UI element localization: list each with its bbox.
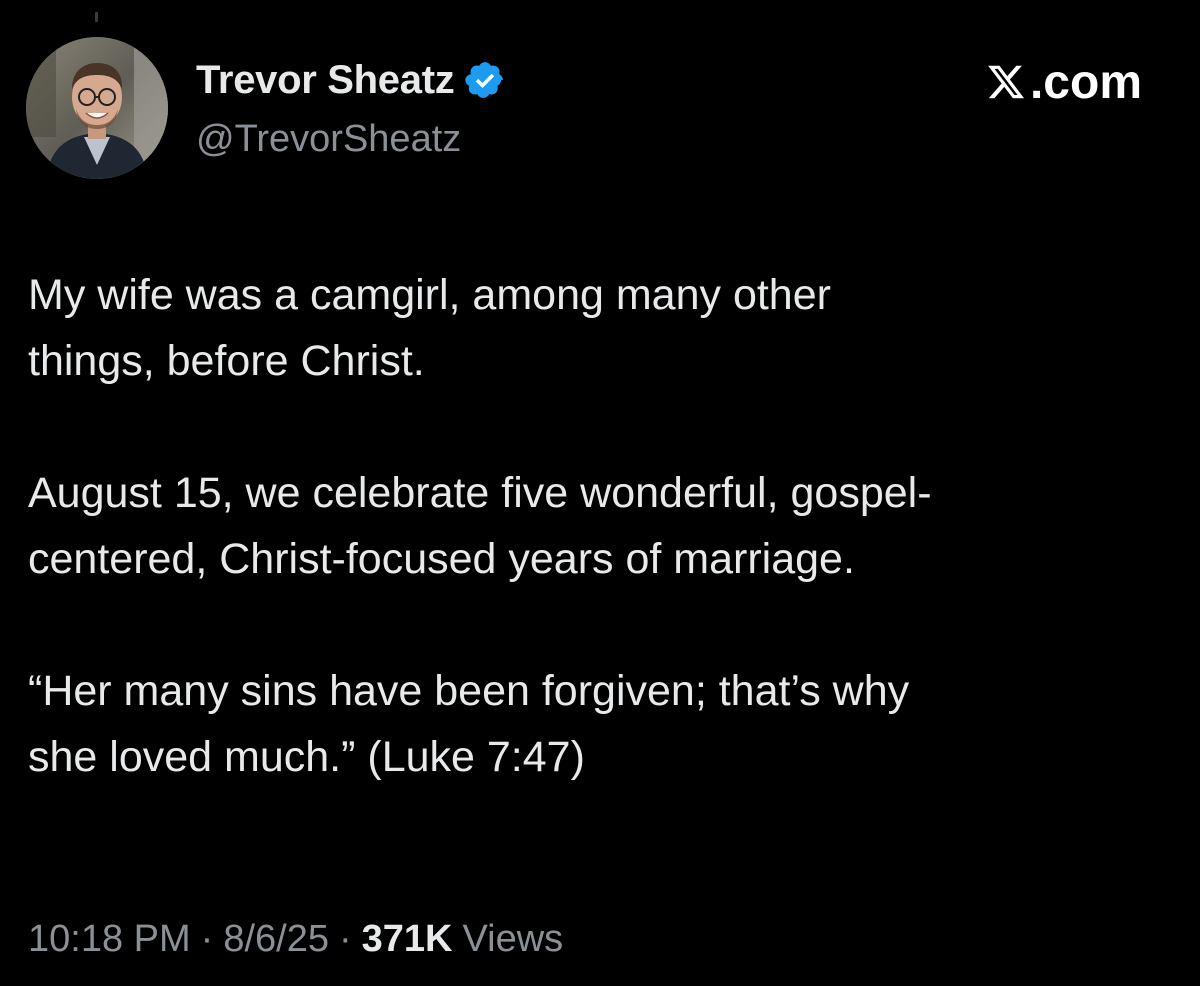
brand-watermark: .com — [986, 55, 1142, 109]
brand-domain-label: .com — [1029, 55, 1142, 109]
meta-separator: · — [338, 918, 352, 960]
author-handle[interactable]: @TrevorSheatz — [196, 118, 461, 161]
tweet-text: My wife was a camgirl, among many other … — [28, 262, 1178, 790]
verified-badge-icon — [464, 59, 506, 101]
x-logo-icon — [986, 62, 1026, 102]
views-count[interactable]: 371K — [362, 918, 453, 961]
tweet-paragraph: My wife was a camgirl, among many other … — [28, 271, 831, 385]
meta-separator: · — [200, 918, 214, 960]
top-marker — [95, 12, 98, 22]
views-label[interactable]: Views — [462, 918, 563, 961]
author-display-name[interactable]: Trevor Sheatz — [196, 58, 455, 103]
author-name-row[interactable]: Trevor Sheatz — [196, 56, 506, 104]
profile-photo — [26, 37, 168, 179]
tweet-metadata: 10:18 PM · 8/6/25 · 371K Views — [28, 918, 563, 961]
avatar[interactable] — [26, 37, 168, 179]
tweet-date[interactable]: 8/6/25 — [223, 918, 329, 961]
tweet-time[interactable]: 10:18 PM — [28, 918, 191, 961]
tweet-paragraph: August 15, we celebrate five wonderful, … — [28, 469, 932, 583]
tweet-paragraph: “Her many sins have been forgiven; that’… — [28, 667, 910, 781]
